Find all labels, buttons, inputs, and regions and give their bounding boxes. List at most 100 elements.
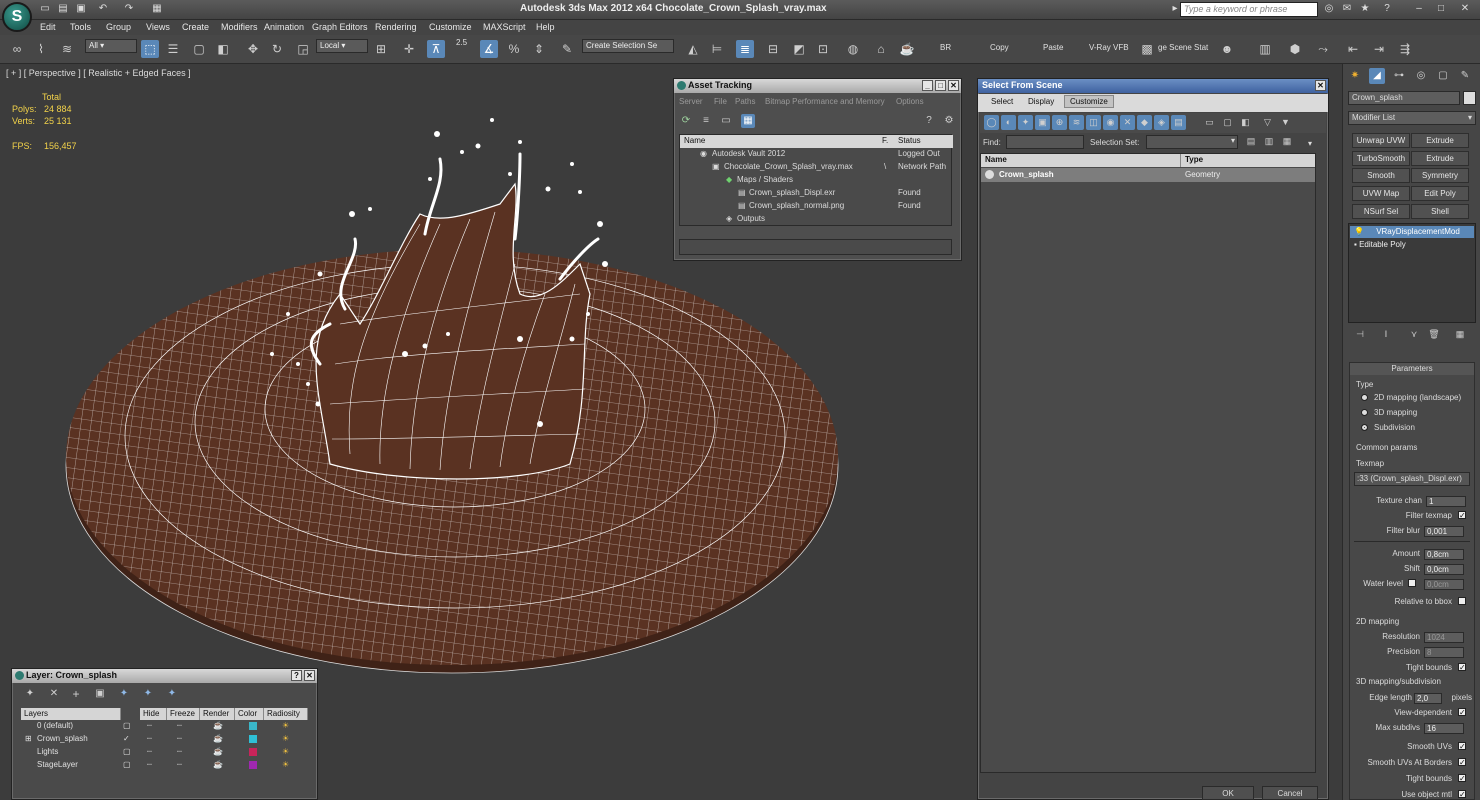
create-layer-icon[interactable]: ✦ — [22, 686, 38, 702]
table-row[interactable]: ◆ Maps / Shaders — [680, 174, 953, 187]
asset-menu-bitmap[interactable]: Bitmap Performance and Memory — [765, 97, 885, 106]
scene-states-icon[interactable]: ▩ — [1138, 40, 1156, 58]
max-logo-icon[interactable]: ☻ — [1218, 40, 1236, 58]
edit-named-selection-icon[interactable]: ✎ — [558, 40, 576, 58]
select-all-icon[interactable]: ▭ — [1202, 115, 1217, 130]
maximize-icon[interactable]: □ — [1434, 2, 1448, 16]
pivot-center-icon[interactable]: ⊞ — [372, 40, 390, 58]
pin-stack-icon[interactable]: ⊣ — [1353, 327, 1367, 341]
layer-current-box[interactable]: ▢ — [123, 760, 131, 769]
select-by-name-icon[interactable]: ☰ — [164, 40, 182, 58]
edge-length-spinner[interactable]: 2,0 — [1414, 693, 1442, 704]
freeze-toggle[interactable]: ┈ — [177, 760, 182, 769]
filter-frozen-icon[interactable]: ◈ — [1154, 115, 1169, 130]
menu-rendering[interactable]: Rendering — [375, 22, 417, 32]
asset-table-view-icon[interactable]: ▦ — [741, 114, 755, 128]
make-unique-icon[interactable]: ⋎ — [1407, 327, 1421, 341]
filter-options-icon[interactable]: ▼ — [1278, 115, 1293, 130]
snap-toggle-label[interactable]: 2.5 — [456, 38, 467, 47]
new-file-icon[interactable]: ▭ — [38, 2, 52, 16]
turbosmooth-button[interactable]: TurboSmooth — [1352, 151, 1410, 166]
filter-hidden-icon[interactable]: ▤ — [1171, 115, 1186, 130]
cancel-button[interactable]: Cancel — [1262, 786, 1318, 800]
filter-groups-icon[interactable]: ◫ — [1086, 115, 1101, 130]
delete-layer-icon[interactable]: ✕ — [46, 686, 62, 702]
filter-blur-spinner[interactable]: 0,001 — [1424, 526, 1464, 537]
menu-tools[interactable]: Tools — [70, 22, 91, 32]
render-setup-icon[interactable]: ⌂ — [872, 40, 890, 58]
amount-spinner[interactable]: 0,8cm — [1424, 549, 1464, 560]
select-none-icon[interactable]: ▢ — [1220, 115, 1235, 130]
asset-settings-icon[interactable]: ⚙ — [942, 114, 956, 128]
reference-coord-dropdown[interactable]: Local ▾ — [316, 39, 368, 53]
rotate-icon[interactable]: ↻ — [268, 40, 286, 58]
frame-forward-icon[interactable]: ⇥ — [1370, 40, 1388, 58]
motion-tab-icon[interactable]: ◎ — [1413, 68, 1429, 84]
select-object-icon[interactable]: ⬚ — [141, 40, 159, 58]
render-teapot-icon[interactable]: ☕ — [213, 747, 223, 756]
render-teapot-icon[interactable]: ☕ — [213, 734, 223, 743]
tab-select[interactable]: Select — [986, 96, 1018, 109]
filter-cameras-icon[interactable]: ▣ — [1035, 115, 1050, 130]
nsurf-sel-button[interactable]: NSurf Sel — [1352, 204, 1410, 219]
sfs-selset-remove-icon[interactable]: ▥ — [1262, 134, 1276, 148]
app-logo[interactable]: S — [2, 2, 32, 32]
move-icon[interactable]: ✥ — [244, 40, 262, 58]
view-dependent-checkbox[interactable]: ✓ — [1458, 708, 1466, 717]
paste-button[interactable]: Paste — [1043, 43, 1063, 52]
undo-icon[interactable]: ↶ — [96, 2, 110, 16]
select-from-scene-titlebar[interactable]: Select From Scene ✕ — [978, 79, 1328, 93]
texture-chan-spinner[interactable]: 1 — [1426, 496, 1466, 507]
menu-graph-editors[interactable]: Graph Editors — [312, 22, 368, 32]
tab-display[interactable]: Display — [1023, 96, 1059, 109]
layer-col-freeze[interactable]: Freeze — [167, 708, 200, 720]
precision-spinner[interactable]: 8 — [1424, 647, 1464, 658]
sfs-selset-add-icon[interactable]: ▤ — [1244, 134, 1258, 148]
frame-end-icon[interactable]: ⇶ — [1396, 40, 1414, 58]
asset-minimize-icon[interactable]: _ — [922, 80, 933, 91]
max-subdivs-spinner[interactable]: 16 — [1424, 723, 1464, 734]
unwrap-uvw-button[interactable]: Unwrap UVW — [1352, 133, 1410, 148]
graphite-ribbon-icon[interactable]: ⊟ — [764, 40, 782, 58]
scale-icon[interactable]: ◲ — [294, 40, 312, 58]
asset-tracking-titlebar[interactable]: Asset Tracking _ □ ✕ — [674, 79, 961, 93]
smooth-uvs-checkbox[interactable]: ✓ — [1458, 742, 1466, 751]
extrude-button-2[interactable]: Extrude — [1411, 151, 1469, 166]
radiosity-icon[interactable]: ☀ — [282, 734, 289, 743]
rect-selection-icon[interactable]: ▢ — [190, 40, 208, 58]
sfs-close-icon[interactable]: ✕ — [1315, 80, 1326, 91]
hierarchy-tab-icon[interactable]: ⊶ — [1391, 68, 1407, 84]
angle-snap-icon[interactable]: ∡ — [480, 40, 498, 58]
tab-customize[interactable]: Customize — [1064, 95, 1114, 108]
edit-poly-button[interactable]: Edit Poly — [1411, 186, 1469, 201]
align-icon[interactable]: ⊨ — [708, 40, 726, 58]
type-2d-radio[interactable] — [1361, 394, 1368, 401]
resolution-spinner[interactable]: 1024 — [1424, 632, 1464, 643]
layer-col-hide[interactable]: Hide — [140, 708, 167, 720]
asset-thumbnail-icon[interactable]: ▭ — [719, 114, 733, 128]
create-tab-icon[interactable]: ✷ — [1347, 68, 1363, 84]
asset-tracking-window[interactable]: Asset Tracking _ □ ✕ Server File Paths B… — [673, 78, 962, 261]
table-row[interactable]: ▣ Chocolate_Crown_Splash_vray.max \ Network… — [680, 161, 953, 174]
layer-manager-icon[interactable]: ≣ — [736, 40, 754, 58]
remove-modifier-icon[interactable]: 🗑 — [1427, 327, 1441, 341]
sfs-col-type[interactable]: Type — [1181, 154, 1315, 167]
render-teapot-icon[interactable]: ☕ — [213, 721, 223, 730]
freeze-toggle[interactable]: ┈ — [177, 734, 182, 743]
object-display-icon[interactable]: ⬢ — [1286, 40, 1304, 58]
selection-filter-dropdown[interactable]: All ▾ — [85, 39, 137, 53]
layer-row-lights[interactable]: Lights ▢ ┈ ┈ ☕ ☀ — [21, 746, 308, 759]
smooth-button[interactable]: Smooth — [1352, 168, 1410, 183]
asset-help-icon[interactable]: ? — [922, 114, 936, 128]
table-row[interactable]: ◈ Outputs — [680, 213, 953, 226]
layer-current-box[interactable]: ▢ — [123, 747, 131, 756]
filter-bones-icon[interactable]: ✕ — [1120, 115, 1135, 130]
layer-close-icon[interactable]: ✕ — [304, 670, 315, 681]
menu-group[interactable]: Group — [106, 22, 131, 32]
keyboard-shortcut-icon[interactable]: ⊼ — [427, 40, 445, 58]
radiosity-icon[interactable]: ☀ — [282, 760, 289, 769]
search-input[interactable]: Type a keyword or phrase — [1180, 2, 1318, 17]
asset-col-status[interactable]: Status — [898, 136, 921, 145]
asset-col-name[interactable]: Name — [684, 136, 705, 145]
sfs-collapse-icon[interactable]: ▾ — [1308, 139, 1312, 148]
